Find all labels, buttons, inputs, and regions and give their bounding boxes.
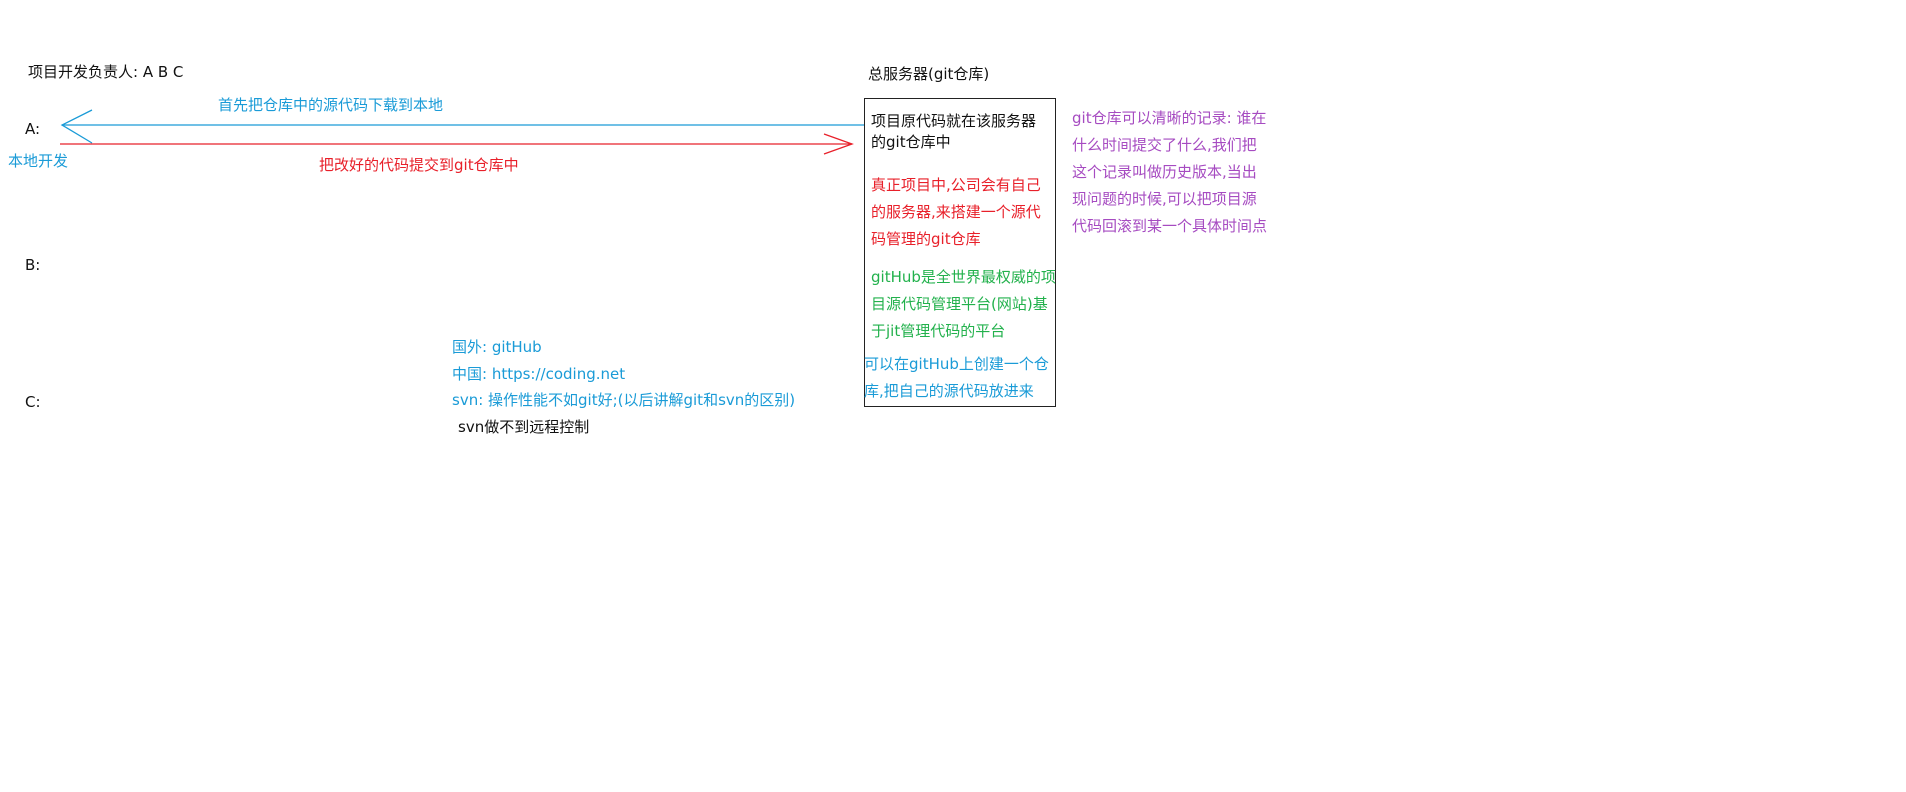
history-note: git仓库可以清晰的记录: 谁在什么时间提交了什么,我们把这个记录叫做历史版本,… <box>1072 109 1268 235</box>
server-intro: 项目原代码就在该服务器的git仓库中 <box>871 112 1037 151</box>
platform-china: 中国: https://coding.net <box>452 365 626 383</box>
company-note: 真正项目中,公司会有自己的服务器,来搭建一个源代码管理的git仓库 <box>871 176 1041 248</box>
download-arrow <box>60 109 864 144</box>
upload-arrow-label: 把改好的代码提交到git仓库中 <box>319 156 519 174</box>
svn-remote-note: svn做不到远程控制 <box>458 418 590 436</box>
download-arrow-label: 首先把仓库中的源代码下载到本地 <box>218 96 444 114</box>
upload-arrow <box>60 133 854 155</box>
platform-foreign: 国外: gitHub <box>452 338 542 356</box>
github-note: gitHub是全世界最权威的项目源代码管理平台(网站)基于jit管理代码的平台 <box>871 268 1056 340</box>
platform-svn: svn: 操作性能不如git好;(以后讲解git和svn的区别) <box>452 391 796 409</box>
create-repo-note: 可以在gitHub上创建一个仓库,把自己的源代码放进来 <box>864 355 1049 400</box>
